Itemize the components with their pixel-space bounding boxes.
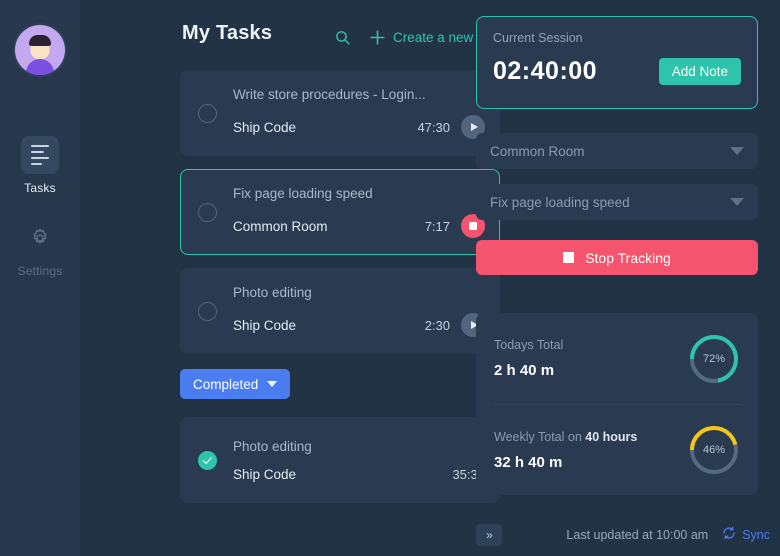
task-title: Photo editing <box>233 285 485 300</box>
plus-icon[interactable] <box>363 26 391 48</box>
chevron-down-icon <box>267 381 277 387</box>
task-checkbox-checked[interactable] <box>198 451 217 470</box>
weekly-total-label: Weekly Total on 40 hours <box>494 430 688 444</box>
task-row[interactable]: Fix page loading speed Common Room 7:17 <box>180 169 500 255</box>
sync-button[interactable]: Sync <box>722 526 770 545</box>
task-project: Ship Code <box>233 318 296 333</box>
completed-chip-label: Completed <box>193 377 258 392</box>
sidebar-item-settings[interactable]: Settings <box>0 219 80 278</box>
stop-square-icon <box>563 252 574 263</box>
task-body: Fix page loading speed Common Room 7:17 <box>233 186 485 238</box>
weekly-total-value: 32 h 40 m <box>494 454 688 471</box>
sidebar-nav: Tasks Settings <box>0 136 80 302</box>
todays-total-percent: 72% <box>688 333 740 385</box>
totals-card: Todays Total 2 h 40 m 72% Weekly Total o… <box>476 313 758 495</box>
stop-tracking-label: Stop Tracking <box>585 250 671 266</box>
task-row[interactable]: Photo editing Ship Code 2:30 <box>180 268 500 354</box>
current-session-card: Current Session 02:40:00 Add Note <box>476 16 758 109</box>
task-body: Photo editing Ship Code 2:30 <box>233 285 485 337</box>
completed-filter-chip[interactable]: Completed <box>180 369 290 399</box>
task-project: Ship Code <box>233 120 296 135</box>
task-project: Ship Code <box>233 467 296 482</box>
stop-tracking-button[interactable]: Stop Tracking <box>476 240 758 275</box>
room-select[interactable]: Common Room <box>476 133 758 169</box>
task-time: 7:17 <box>425 219 450 234</box>
sidebar-item-label-tasks: Tasks <box>24 181 56 195</box>
gear-icon <box>21 219 59 257</box>
avatar-body <box>26 59 54 75</box>
avatar[interactable] <box>15 25 65 75</box>
todays-total-label: Todays Total <box>494 338 688 352</box>
avatar-hair <box>29 35 51 46</box>
weekly-total-goal: 40 hours <box>585 430 637 444</box>
sidebar-item-label-settings: Settings <box>18 264 63 278</box>
task-checkbox[interactable] <box>198 302 217 321</box>
todays-total-ring: 72% <box>688 333 740 385</box>
caret-down-icon <box>730 198 744 206</box>
task-body: Photo editing Ship Code 35:36 <box>233 439 485 482</box>
right-panel: Current Session 02:40:00 Add Note Common… <box>468 0 780 556</box>
task-select-value: Fix page loading speed <box>490 195 630 210</box>
todays-total-value: 2 h 40 m <box>494 362 688 379</box>
task-title: Photo editing <box>233 439 485 454</box>
caret-down-icon <box>730 147 744 155</box>
expand-panel-button[interactable]: » <box>476 524 502 546</box>
task-row[interactable]: Write store procedures - Login... Ship C… <box>180 70 500 156</box>
task-body: Write store procedures - Login... Ship C… <box>233 87 485 139</box>
sidebar-item-tasks[interactable]: Tasks <box>0 136 80 195</box>
task-title: Fix page loading speed <box>233 186 485 201</box>
task-project: Common Room <box>233 219 328 234</box>
task-select[interactable]: Fix page loading speed <box>476 184 758 220</box>
task-checkbox[interactable] <box>198 104 217 123</box>
current-session-timer: 02:40:00 <box>493 57 597 86</box>
add-note-button[interactable]: Add Note <box>659 58 741 85</box>
last-updated-text: Last updated at 10:00 am <box>566 528 708 542</box>
weekly-total-ring: 46% <box>688 424 740 476</box>
page-title: My Tasks <box>182 22 272 45</box>
todays-total-row: Todays Total 2 h 40 m 72% <box>494 313 740 404</box>
list-lines-icon <box>21 136 59 174</box>
room-select-value: Common Room <box>490 144 585 159</box>
current-session-label: Current Session <box>493 31 741 45</box>
task-list: Write store procedures - Login... Ship C… <box>180 70 500 516</box>
footer-bar: » Last updated at 10:00 am Sync <box>476 520 770 550</box>
weekly-total-percent: 46% <box>688 424 740 476</box>
refresh-icon <box>722 526 736 545</box>
completed-task-row[interactable]: Photo editing Ship Code 35:36 <box>180 417 500 503</box>
app-root: Tasks Settings My Tasks <box>0 0 780 556</box>
task-title: Write store procedures - Login... <box>233 87 485 102</box>
search-icon[interactable] <box>330 26 354 48</box>
sidebar: Tasks Settings <box>0 0 80 556</box>
task-time: 47:30 <box>417 120 450 135</box>
weekly-total-label-text: Weekly Total on <box>494 430 585 444</box>
task-checkbox[interactable] <box>198 203 217 222</box>
sync-label: Sync <box>742 528 770 542</box>
task-time: 2:30 <box>425 318 450 333</box>
weekly-total-row: Weekly Total on 40 hours 32 h 40 m 46% <box>494 404 740 495</box>
